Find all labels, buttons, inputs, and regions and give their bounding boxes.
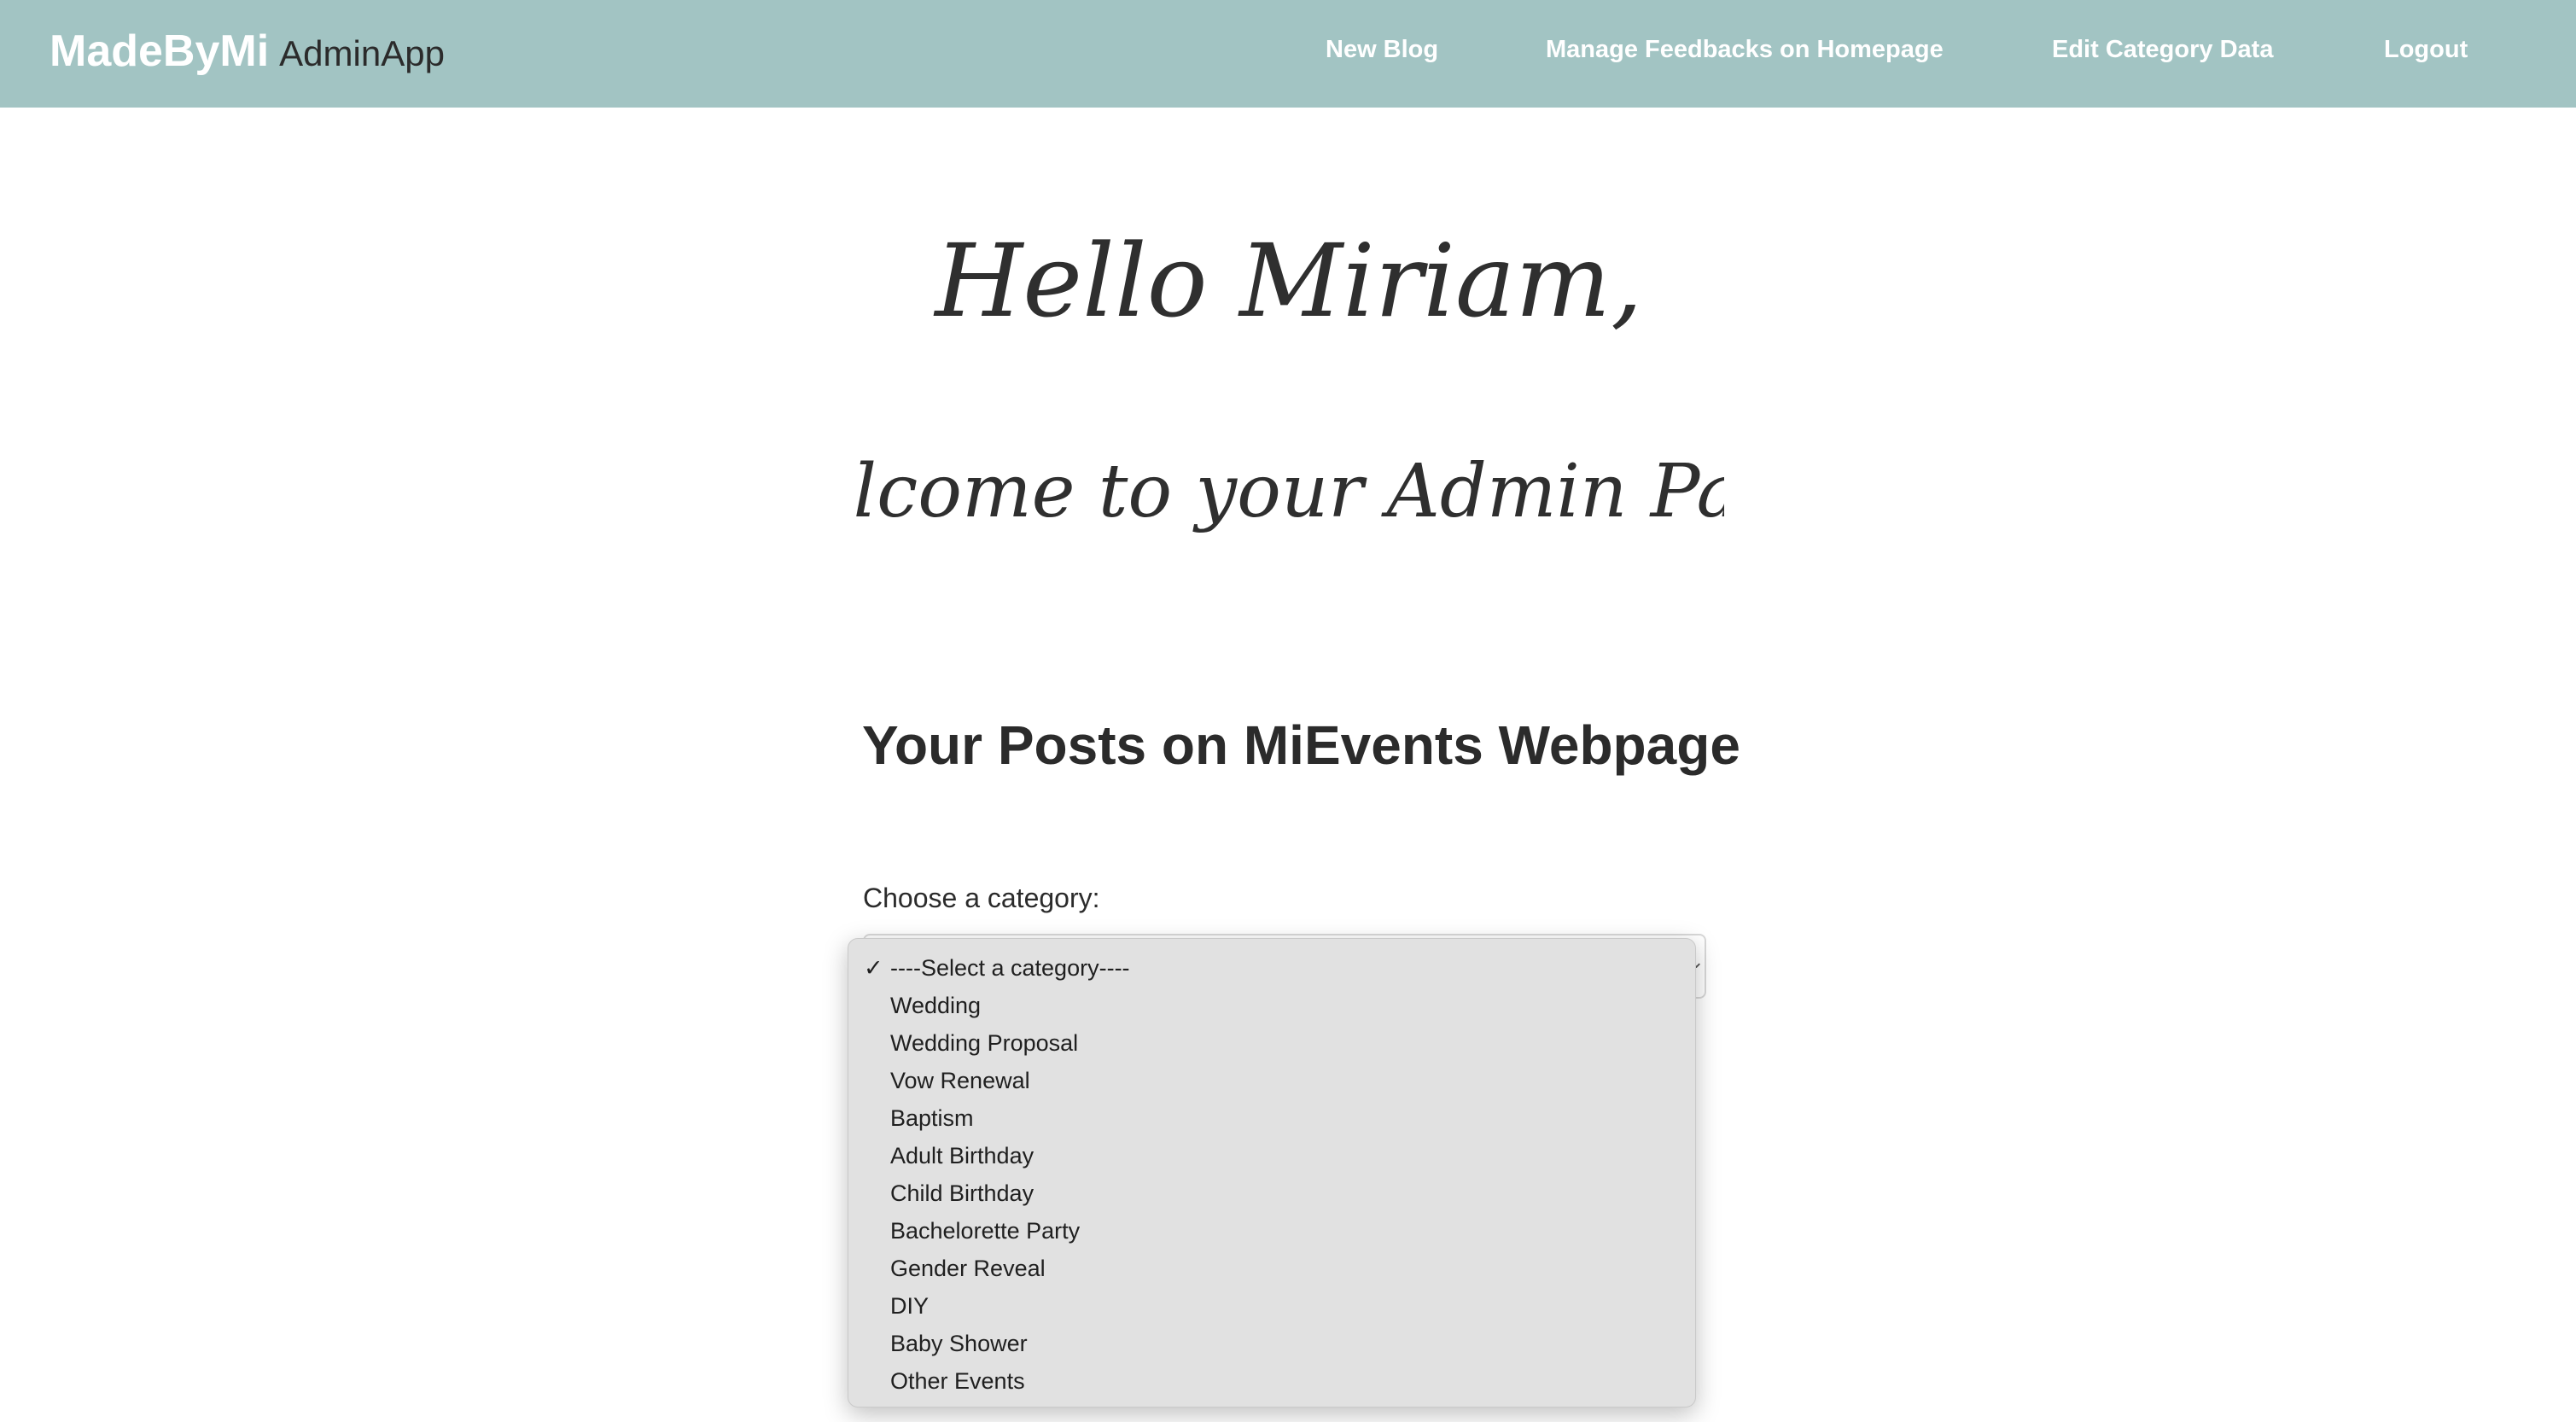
nav-manage-feedbacks[interactable]: Manage Feedbacks on Homepage (1546, 36, 1944, 64)
check-icon: ✓ (864, 955, 883, 981)
category-option[interactable]: Child Birthday (890, 1174, 1034, 1212)
category-option[interactable]: Vow Renewal (890, 1062, 1030, 1099)
category-option[interactable]: Wedding (890, 987, 981, 1024)
nav-logout[interactable]: Logout (2384, 36, 2468, 64)
category-option[interactable]: DIY (890, 1287, 929, 1325)
greeting-line1: Hello Miriam, (933, 222, 1642, 340)
brand-logo[interactable]: MadeByMi AdminApp (50, 26, 445, 85)
category-label: Choose a category: (863, 883, 1100, 913)
greeting-banner: Hello Miriam, welcome to your Admin Page (854, 222, 1724, 534)
nav-new-blog[interactable]: New Blog (1326, 36, 1438, 64)
top-navbar: MadeByMi AdminApp New Blog Manage Feedba… (0, 0, 2576, 108)
category-dropdown-list: ✓ ----Select a category---- Wedding Wedd… (848, 938, 1696, 1407)
category-option[interactable]: Baptism (890, 1099, 974, 1137)
category-option[interactable]: Gender Reveal (890, 1250, 1046, 1287)
category-option[interactable]: Adult Birthday (890, 1137, 1034, 1174)
category-option[interactable]: Bachelorette Party (890, 1212, 1080, 1250)
category-option[interactable]: Baby Shower (890, 1325, 1028, 1362)
brand-subtitle: AdminApp (279, 33, 445, 73)
category-option[interactable]: ----Select a category---- (890, 949, 1130, 987)
brand-name: MadeByMi (50, 26, 270, 76)
greeting-line2: welcome to your Admin Page (854, 449, 1724, 534)
nav-edit-category[interactable]: Edit Category Data (2052, 36, 2273, 64)
category-option[interactable]: Other Events (890, 1362, 1025, 1400)
page-title: Your Posts on MiEvents Webpage (862, 714, 1740, 776)
category-option[interactable]: Wedding Proposal (890, 1024, 1078, 1062)
